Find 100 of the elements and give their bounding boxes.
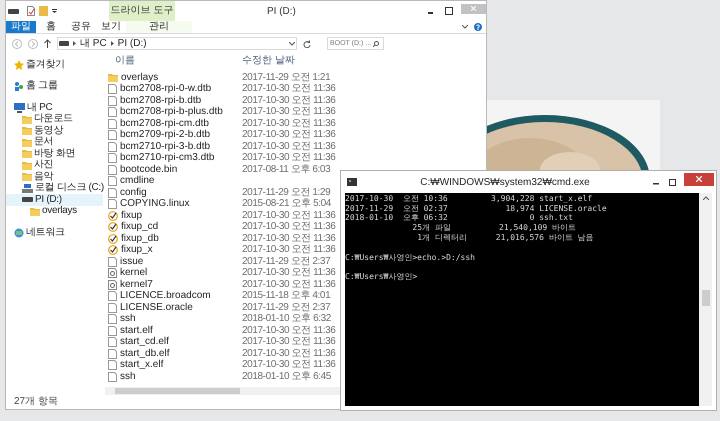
- nav-item[interactable]: 사진: [6, 160, 103, 171]
- console-line: 2017-11-29 오전 02:37 18,974 LICENSE.oracle: [345, 204, 608, 214]
- column-header[interactable]: 수정한 날짜: [236, 56, 295, 67]
- nav-item[interactable]: 음악: [6, 171, 103, 182]
- ribbon-tab[interactable]: 공유: [66, 21, 96, 33]
- file-icon: [108, 302, 117, 313]
- file-icon: [108, 372, 117, 382]
- scrollbar-thumb[interactable]: [115, 388, 240, 394]
- drive-icon: [22, 197, 33, 202]
- file-date: 2017-10-30 오전 11:36: [241, 245, 336, 256]
- file-name[interactable]: cmdline: [120, 176, 154, 186]
- window-title: PI (D:): [267, 4, 296, 18]
- help-icon[interactable]: [474, 23, 482, 31]
- file-icon: [108, 314, 117, 324]
- nav-item[interactable]: 즐겨찾기: [6, 59, 103, 70]
- network-people-icon: [14, 81, 24, 92]
- file-icon: [108, 164, 117, 175]
- scroll-up-icon[interactable]: [702, 196, 708, 200]
- up-arrow-icon[interactable]: [44, 39, 51, 48]
- file-name[interactable]: bcm2708-rpi-cm.dtb: [120, 118, 209, 129]
- file-name[interactable]: ssh: [120, 314, 136, 324]
- console-line: 2018-01-10 오후 06:32 0 ssh.txt: [345, 213, 574, 224]
- file-name[interactable]: bcm2710-rpi-3-b.dtb: [120, 142, 210, 152]
- console-line: C:₩Users₩사영인>echo.>D:/ssh: [345, 252, 476, 262]
- ribbon-tab[interactable]: 보기: [96, 21, 126, 33]
- folder-icon: [22, 126, 32, 136]
- file-icon: [108, 256, 117, 267]
- file-name[interactable]: ssh: [120, 372, 136, 382]
- folder-icon: [108, 73, 118, 82]
- file-date: 2017-10-30 오전 11:36: [241, 142, 336, 152]
- ribbon-tab[interactable]: 홈: [36, 21, 66, 33]
- file-name[interactable]: kernel7: [120, 280, 153, 290]
- maximize-icon[interactable]: [669, 178, 676, 186]
- file-date: 2017-11-29 오전 1:21: [241, 72, 330, 83]
- breadcrumb-item[interactable]: PI (D:): [118, 38, 147, 48]
- status-text: 27개 항목: [14, 397, 58, 407]
- file-name[interactable]: start.elf: [120, 326, 153, 336]
- nav-item[interactable]: 네트워크: [6, 227, 103, 238]
- file-name[interactable]: fixup_cd: [121, 222, 158, 232]
- file-name[interactable]: LICENCE.broadcom: [120, 291, 211, 302]
- horizontal-scrollbar[interactable]: [105, 386, 340, 394]
- file-icon: [108, 360, 117, 370]
- nav-item[interactable]: 문서: [6, 136, 103, 148]
- file-name[interactable]: config: [120, 188, 147, 198]
- file-date: 2017-10-30 오전 11:36: [241, 337, 336, 348]
- file-name[interactable]: issue: [120, 256, 144, 267]
- file-name[interactable]: start_db.elf: [120, 348, 170, 359]
- file-icon: [108, 337, 117, 348]
- nav-item[interactable]: overlays: [6, 206, 103, 217]
- file-name[interactable]: COPYING.linux: [120, 199, 190, 210]
- computer-icon: [14, 102, 25, 113]
- system-file-icon: [108, 280, 117, 290]
- file-date: 2017-10-30 오전 11:36: [241, 96, 336, 106]
- file-date: 2017-10-30 오전 11:36: [241, 348, 336, 359]
- scrollbar-thumb[interactable]: [702, 290, 710, 306]
- nav-item[interactable]: 홈 그룹: [6, 80, 103, 92]
- nav-item[interactable]: 동영상: [6, 125, 103, 136]
- file-name[interactable]: bcm2710-rpi-cm3.dtb: [120, 153, 214, 164]
- file-icon: [108, 107, 117, 118]
- vertical-scrollbar[interactable]: [699, 193, 712, 406]
- close-button[interactable]: [684, 172, 714, 186]
- column-header[interactable]: 이름: [105, 56, 236, 67]
- file-name[interactable]: kernel: [120, 268, 148, 278]
- folder-icon: [22, 114, 32, 124]
- refresh-icon[interactable]: [303, 40, 311, 48]
- file-name[interactable]: start_x.elf: [120, 360, 164, 370]
- dropdown-icon[interactable]: [52, 9, 57, 13]
- file-name[interactable]: start_cd.elf: [120, 337, 169, 348]
- file-name[interactable]: bcm2709-rpi-2-b.dtb: [120, 130, 210, 140]
- nav-item[interactable]: 바탕 화면: [6, 148, 103, 160]
- file-name[interactable]: overlays: [121, 72, 158, 83]
- file-date: 2017-10-30 오전 11:36: [241, 107, 336, 118]
- address-bar[interactable]: 내 PC PI (D:): [57, 37, 297, 50]
- file-name[interactable]: fixup: [121, 210, 142, 221]
- nav-item[interactable]: 내 PC: [6, 102, 103, 114]
- folder-icon: [22, 160, 32, 170]
- ribbon-tab[interactable]: 관리: [126, 21, 192, 33]
- file-name[interactable]: fixup_x: [121, 245, 153, 256]
- file-name[interactable]: LICENSE.oracle: [120, 302, 193, 313]
- nav-item[interactable]: 다운로드: [6, 114, 103, 125]
- breadcrumb-item[interactable]: 내 PC: [80, 38, 107, 48]
- nav-item[interactable]: PI (D:): [6, 194, 103, 206]
- chevron-down-icon[interactable]: [289, 42, 295, 46]
- ribbon-tab[interactable]: 파일: [6, 21, 36, 33]
- checkmark-icon: [108, 245, 118, 256]
- nav-item[interactable]: 로컬 디스크 (C:): [6, 182, 103, 194]
- file-date: 2017-10-30 오전 11:36: [241, 234, 336, 244]
- file-name[interactable]: bcm2708-rpi-b.dtb: [120, 96, 202, 106]
- console-line: C:₩Users₩사영인>: [345, 272, 418, 282]
- file-name[interactable]: bootcode.bin: [120, 164, 178, 175]
- file-name[interactable]: fixup_db: [121, 234, 159, 244]
- file-icon: [108, 84, 117, 94]
- maximize-icon[interactable]: [445, 7, 453, 15]
- file-name[interactable]: bcm2708-rpi-b-plus.dtb: [120, 107, 223, 118]
- window-title: C:₩WINDOWS₩system32₩cmd.exe: [419, 176, 591, 190]
- context-tab-label: 드라이브 도구: [109, 1, 175, 21]
- folder-icon: [30, 206, 40, 216]
- file-name[interactable]: bcm2708-rpi-0-w.dtb: [120, 84, 212, 94]
- chevron-down-icon[interactable]: [462, 25, 468, 29]
- file-date: 2017-10-30 오전 11:36: [241, 222, 336, 232]
